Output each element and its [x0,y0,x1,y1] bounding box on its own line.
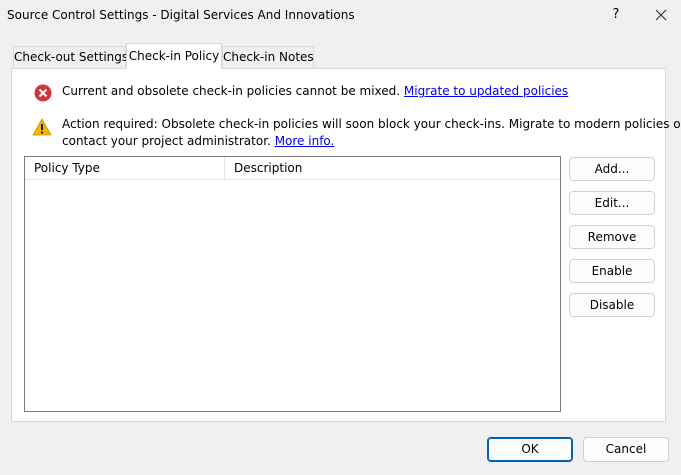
add-button[interactable]: Add... [569,157,655,181]
column-header-policy-type[interactable]: Policy Type [25,157,225,179]
disable-button[interactable]: Disable [569,293,655,317]
close-icon [655,9,667,21]
enable-button[interactable]: Enable [569,259,655,283]
policy-list-header: Policy Type Description [25,157,560,180]
column-header-description[interactable]: Description [225,157,560,179]
warning-message-line-1: Action required: Obsolete check-in polic… [62,117,681,131]
title-bar: Source Control Settings - Digital Servic… [0,0,681,30]
error-message: Current and obsolete check-in policies c… [62,83,568,100]
ok-button[interactable]: OK [487,437,573,462]
tab-check-out-settings[interactable]: Check-out Settings [13,46,128,68]
error-icon [34,84,52,102]
warning-message: Action required: Obsolete check-in polic… [62,116,681,150]
help-button[interactable]: ? [604,4,628,26]
more-info-link[interactable]: More info. [275,134,335,148]
warning-message-line-2: contact your project administrator. [62,134,271,148]
policy-list[interactable]: Policy Type Description [24,156,561,412]
cancel-button[interactable]: Cancel [583,437,669,462]
error-message-text: Current and obsolete check-in policies c… [62,84,401,98]
remove-button[interactable]: Remove [569,225,655,249]
edit-button[interactable]: Edit... [569,191,655,215]
tab-check-in-policy[interactable]: Check-in Policy [126,43,222,69]
migrate-policies-link[interactable]: Migrate to updated policies [404,84,568,98]
window-title: Source Control Settings - Digital Servic… [7,8,355,22]
close-button[interactable] [649,4,673,26]
tab-check-in-notes[interactable]: Check-in Notes [222,46,314,68]
warning-icon [32,118,52,136]
